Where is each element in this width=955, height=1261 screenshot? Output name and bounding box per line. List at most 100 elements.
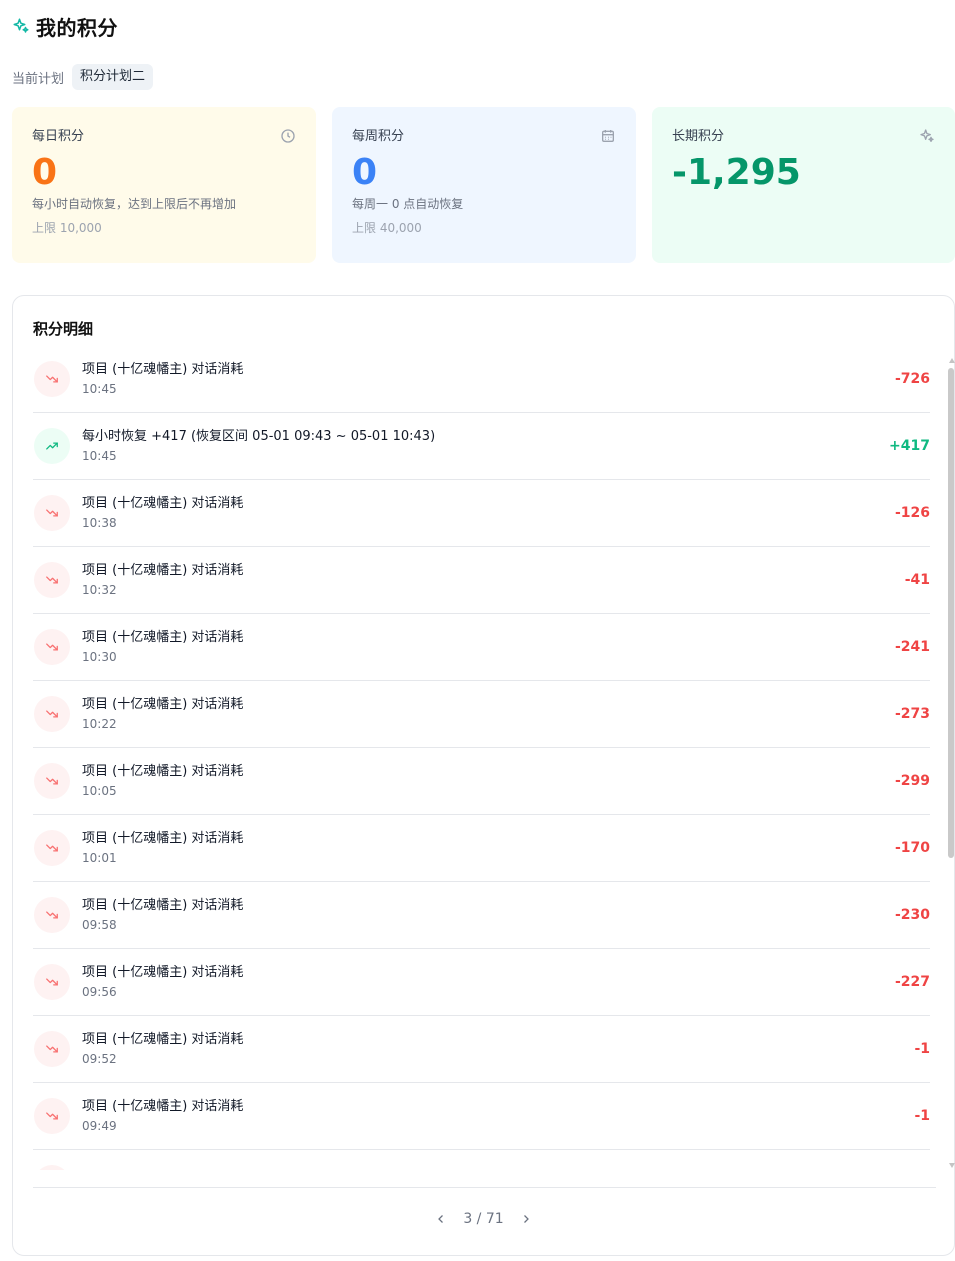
trending-down-icon (34, 830, 70, 866)
trending-down-icon (34, 1098, 70, 1134)
list-item-amount: -1 (914, 1108, 930, 1124)
trending-down-icon (34, 964, 70, 1000)
list-item: 每小时恢复 +417 (恢复区间 05-01 09:43 ~ 05-01 10:… (33, 413, 930, 480)
longterm-points-label: 长期积分 (672, 129, 725, 144)
trending-down-icon (34, 696, 70, 732)
weekly-points-limit: 上限 40,000 (352, 221, 422, 235)
list-item-amount: -41 (904, 572, 930, 588)
list-item-title: 项目 (十亿魂幡主) 对话消耗 (82, 562, 244, 578)
list-item-time: 09:49 (82, 1118, 117, 1133)
list-item: 项目 (十亿魂幡主) 对话消耗 10:32 -41 (33, 547, 930, 614)
list-item: 项目 (十亿魂幡主) 对话消耗 10:30 -241 (33, 614, 930, 681)
trending-down-icon (34, 1031, 70, 1067)
daily-points-card: 每日积分 0 每小时自动恢复，达到上限后不再增加 上限 10,000 (12, 107, 316, 263)
pagination: 3 / 71 (13, 1204, 954, 1234)
trending-down-icon (34, 1165, 70, 1170)
daily-points-desc: 每小时自动恢复，达到上限后不再增加 (32, 197, 237, 211)
points-detail-panel: 积分明细 项目 (十亿魂幡主) 对话消耗 10:45 -726 每小时恢复 +417 … (12, 295, 955, 1256)
list-scrollbar[interactable] (948, 358, 955, 1168)
list-item-text: 项目 (十亿魂幡主) 对话消耗 10:45 (82, 361, 243, 398)
list-item-title: 项目 (十亿魂幡主) 对话消耗 (82, 830, 244, 846)
page-indicator: 3 / 71 (463, 1211, 504, 1227)
list-item-title: 项目 (十亿魂幡主) 对话消耗 (82, 1098, 244, 1114)
list-item-time: 10:38 (82, 515, 117, 530)
list-item-amount: -1 (914, 1041, 930, 1057)
weekly-points-label: 每周积分 (352, 129, 405, 144)
list-item: 项目 (十亿魂幡主) 对话消耗 09:56 -227 (33, 949, 930, 1016)
list-item-time: 09:52 (82, 1051, 117, 1066)
list-item-text: 项目 (十亿魂幡主) 对话消耗 10:30 (82, 629, 243, 666)
list-item-time: 10:22 (82, 716, 117, 731)
daily-points-value: 0 (32, 152, 58, 193)
list-item-text: 项目 (十亿魂幡主) 对话消耗 09:58 (82, 897, 243, 934)
list-item: 项目 (十亿魂幡主) 对话消耗 09:52 -1 (33, 1016, 930, 1083)
list-item-title: 项目 (十亿魂幡主) 对话消耗 (82, 964, 244, 980)
list-item-amount: -273 (894, 706, 930, 722)
scroll-down-arrow[interactable] (949, 1163, 955, 1168)
longterm-points-value: -1,295 (672, 152, 801, 193)
list-item-title: 每小时恢复 +417 (恢复区间 05-01 09:43 ~ 05-01 10:… (82, 428, 436, 444)
page-title: 我的积分 (36, 15, 118, 40)
list-item-amount: -227 (894, 974, 930, 990)
list-item-time: 09:56 (82, 984, 117, 999)
trending-down-icon (34, 629, 70, 665)
next-page-button[interactable] (518, 1211, 534, 1227)
scroll-up-arrow[interactable] (949, 358, 955, 363)
list-item: 项目 (十亿魂幡主) 对话消耗 (33, 1150, 930, 1170)
list-item-title: 项目 (十亿魂幡主) 对话消耗 (82, 1031, 244, 1047)
list-item-amount: -241 (894, 639, 930, 655)
list-item: 项目 (十亿魂幡主) 对话消耗 10:38 -126 (33, 480, 930, 547)
list-item-title: 项目 (十亿魂幡主) 对话消耗 (82, 629, 244, 645)
list-item-title: 项目 (十亿魂幡主) 对话消耗 (82, 696, 244, 712)
list-item-time: 10:01 (82, 850, 117, 865)
list-item-amount: -170 (894, 840, 930, 856)
list-item-time: 10:30 (82, 649, 117, 664)
current-plan-label: 当前计划 (12, 71, 65, 87)
list-item-amount: -230 (894, 907, 930, 923)
weekly-points-value: 0 (352, 152, 378, 193)
list-item-title: 项目 (十亿魂幡主) 对话消耗 (82, 763, 244, 779)
sparkles-icon (919, 128, 935, 144)
list-item-amount: +417 (889, 438, 930, 454)
list-item-text: 项目 (十亿魂幡主) 对话消耗 10:38 (82, 495, 243, 532)
points-detail-title: 积分明细 (33, 320, 94, 338)
list-item: 项目 (十亿魂幡主) 对话消耗 10:22 -273 (33, 681, 930, 748)
list-item-text: 每小时恢复 +417 (恢复区间 05-01 09:43 ~ 05-01 10:… (82, 428, 435, 465)
trending-down-icon (34, 897, 70, 933)
page-header: 我的积分 (12, 12, 118, 40)
list-item-time: 10:45 (82, 381, 117, 396)
prev-page-button[interactable] (433, 1211, 449, 1227)
points-detail-list[interactable]: 项目 (十亿魂幡主) 对话消耗 10:45 -726 每小时恢复 +417 (恢复区间… (33, 346, 930, 1170)
weekly-points-desc: 每周一 0 点自动恢复 (352, 197, 464, 211)
calendar-icon (600, 128, 616, 144)
list-item: 项目 (十亿魂幡主) 对话消耗 09:58 -230 (33, 882, 930, 949)
longterm-points-card: 长期积分 -1,295 (652, 107, 955, 263)
trending-up-icon (34, 428, 70, 464)
current-plan-row: 当前计划 积分计划二 (12, 63, 154, 91)
list-item-text: 项目 (十亿魂幡主) 对话消耗 09:49 (82, 1098, 243, 1135)
list-item-time: 10:45 (82, 448, 117, 463)
list-item: 项目 (十亿魂幡主) 对话消耗 10:01 -170 (33, 815, 930, 882)
list-item-text: 项目 (十亿魂幡主) 对话消耗 10:05 (82, 763, 243, 800)
list-item: 项目 (十亿魂幡主) 对话消耗 10:45 -726 (33, 346, 930, 413)
list-item-time: 10:32 (82, 582, 117, 597)
list-item-time: 09:58 (82, 917, 117, 932)
list-item-time: 10:05 (82, 783, 117, 798)
daily-points-label: 每日积分 (32, 129, 85, 144)
list-item-text: 项目 (十亿魂幡主) 对话消耗 09:52 (82, 1031, 243, 1068)
trending-down-icon (34, 562, 70, 598)
list-item-title: 项目 (十亿魂幡主) 对话消耗 (82, 495, 244, 511)
sparkles-icon (12, 17, 30, 35)
list-item-text: 项目 (十亿魂幡主) 对话消耗 09:56 (82, 964, 243, 1001)
list-item-amount: -726 (894, 371, 930, 387)
list-item-title: 项目 (十亿魂幡主) 对话消耗 (82, 361, 244, 377)
daily-points-limit: 上限 10,000 (32, 221, 102, 235)
weekly-points-card: 每周积分 0 每周一 0 点自动恢复 上限 40,000 (332, 107, 636, 263)
pagination-divider (33, 1187, 936, 1188)
trending-down-icon (34, 763, 70, 799)
scroll-thumb[interactable] (948, 368, 954, 858)
list-item-text: 项目 (十亿魂幡主) 对话消耗 10:32 (82, 562, 243, 599)
current-plan-chip[interactable]: 积分计划二 (72, 64, 154, 90)
list-item: 项目 (十亿魂幡主) 对话消耗 09:49 -1 (33, 1083, 930, 1150)
list-item-title: 项目 (十亿魂幡主) 对话消耗 (82, 897, 244, 913)
